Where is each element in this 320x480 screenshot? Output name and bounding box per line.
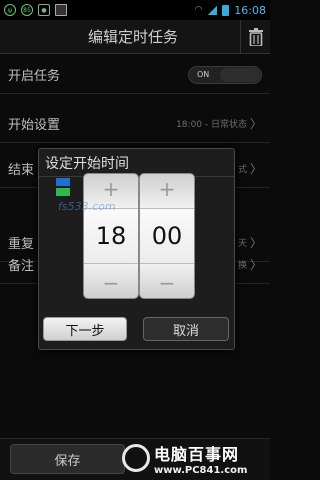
- row-value: 18:00 - 日常状态: [176, 120, 247, 130]
- clock: 16:08: [234, 3, 266, 17]
- row-label: 开启任务: [8, 69, 61, 84]
- row-start-setting[interactable]: 开始设置 18:00 - 日常状态〉: [0, 105, 270, 143]
- delete-button[interactable]: [240, 19, 270, 54]
- page-title: 编辑定时任务: [87, 28, 178, 46]
- watermark-logo: 电脑百事网 www.PC841.com: [122, 436, 268, 480]
- row-label: 备注: [8, 259, 35, 274]
- toggle-knob: [220, 67, 260, 82]
- battery-saver-icon: 85: [21, 4, 33, 16]
- chevron-right-icon: 〉: [249, 117, 262, 131]
- logo-url: www.PC841.com: [154, 464, 248, 476]
- status-bar: ψ 85 ● ◠ 16:08: [0, 0, 270, 20]
- minute-picker[interactable]: + 00 −: [139, 173, 195, 299]
- minute-increment-button[interactable]: +: [140, 174, 194, 204]
- watermark-text: fs533.com: [58, 200, 116, 213]
- next-step-button[interactable]: 下一步: [43, 317, 127, 341]
- minute-decrement-button[interactable]: −: [140, 268, 194, 298]
- title-bar: 编辑定时任务: [0, 19, 270, 54]
- minute-value: 00: [140, 208, 194, 264]
- hour-decrement-button[interactable]: −: [84, 268, 138, 298]
- image-icon: [55, 4, 67, 16]
- chevron-right-icon: 〉: [249, 162, 262, 176]
- logo-name: 电脑百事网: [154, 444, 240, 464]
- row-value: 换: [237, 261, 247, 271]
- save-button[interactable]: 保存: [10, 444, 125, 474]
- enable-toggle[interactable]: ON: [188, 65, 262, 84]
- wifi-icon: ◠: [194, 5, 203, 15]
- row-value: 式: [237, 165, 247, 175]
- hour-value: 18: [84, 208, 138, 264]
- notification-icon: ●: [38, 4, 50, 16]
- row-label: 开始设置: [8, 118, 61, 133]
- hour-picker[interactable]: + 18 −: [83, 173, 139, 299]
- row-enable-task[interactable]: 开启任务 ON: [0, 56, 270, 94]
- logo-mark-icon: [122, 444, 150, 472]
- signal-icon: [207, 5, 218, 15]
- battery-icon: [222, 4, 230, 16]
- usb-icon: ψ: [4, 4, 16, 16]
- toggle-state: ON: [197, 70, 210, 79]
- trash-icon: [248, 27, 263, 46]
- chevron-right-icon: 〉: [249, 258, 262, 272]
- cancel-button[interactable]: 取消: [143, 317, 229, 341]
- row-label: 结束: [8, 163, 35, 178]
